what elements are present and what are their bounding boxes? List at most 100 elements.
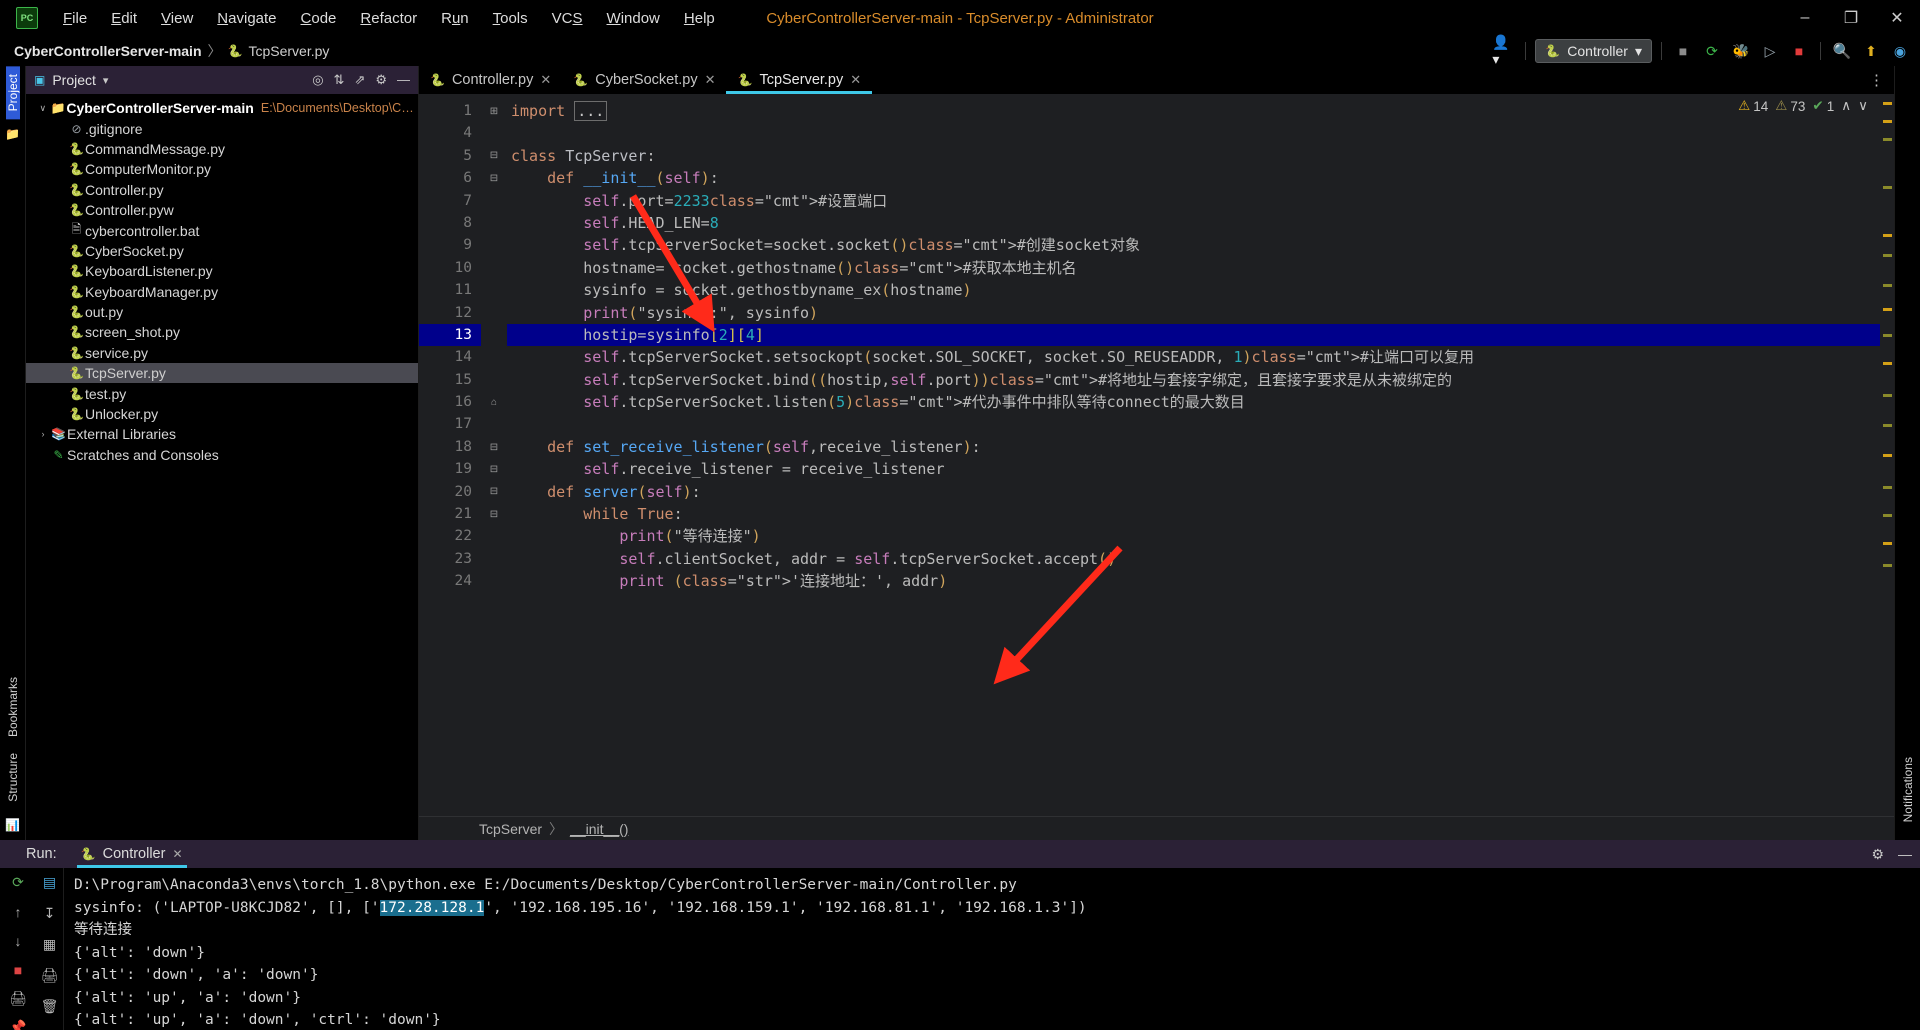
breadcrumb-project[interactable]: CyberControllerServer-main — [14, 43, 202, 59]
error-stripe-marker[interactable] — [1883, 254, 1892, 257]
console-output[interactable]: D:\Program\Anaconda3\envs\torch_1.8\pyth… — [64, 868, 1920, 1030]
editor-tab[interactable]: 🐍 TcpServer.py ✕ — [726, 66, 872, 94]
inspection-widget[interactable]: ⚠ 14 ⚠ 73 ✔ 1 ∧ ∨ — [1738, 98, 1868, 114]
fold-marker-icon[interactable]: ⌂ — [481, 391, 507, 413]
breadcrumb-class[interactable]: TcpServer — [479, 821, 542, 837]
breadcrumb-method[interactable]: __init__() — [570, 821, 628, 837]
tree-item[interactable]: 🐍 CommandMessage.py — [26, 139, 418, 159]
tree-item[interactable]: 🐍 ComputerMonitor.py — [26, 159, 418, 179]
menu-edit[interactable]: Edit — [100, 5, 148, 32]
tree-item[interactable]: 🐍 KeyboardManager.py — [26, 282, 418, 302]
editor-tab[interactable]: 🐍 CyberSocket.py ✕ — [562, 66, 726, 94]
error-stripe-marker[interactable] — [1883, 138, 1892, 141]
run-configuration-selector[interactable]: 🐍 Controller ▾ — [1535, 39, 1652, 63]
code-line[interactable]: print (class="str">'连接地址：', addr) — [507, 570, 1880, 592]
tree-item[interactable]: 🐍 screen_shot.py — [26, 322, 418, 342]
tree-item[interactable]: 🐍 Controller.py — [26, 180, 418, 200]
toggle-icon[interactable]: ▤ — [43, 874, 56, 891]
code-line[interactable]: print("sysinfo:", sysinfo) — [507, 302, 1880, 324]
tree-item[interactable]: › 📚 External Libraries — [26, 424, 418, 444]
close-icon[interactable]: ✕ — [540, 72, 551, 88]
error-stripe-marker[interactable] — [1883, 102, 1892, 105]
tree-item[interactable]: 🐍 Controller.pyw — [26, 200, 418, 220]
run-tab-controller[interactable]: 🐍 Controller ✕ — [69, 840, 195, 868]
menu-run[interactable]: Run — [430, 5, 480, 32]
fold-marker-icon[interactable]: ⊟ — [481, 145, 507, 167]
code-line[interactable]: hostip=sysinfo[2][4] — [507, 323, 1880, 347]
error-stripe-marker[interactable] — [1883, 454, 1892, 457]
hide-icon[interactable]: — — [397, 72, 410, 88]
close-icon[interactable]: ✕ — [705, 72, 716, 88]
console-print-icon[interactable]: 🖨 — [41, 967, 59, 984]
strip-button-bookmarks[interactable]: Bookmarks — [6, 669, 20, 745]
fold-marker-icon[interactable]: ⊞ — [481, 100, 507, 122]
error-stripe-marker[interactable] — [1883, 486, 1892, 489]
coverage-icon[interactable]: ▷ — [1758, 40, 1782, 62]
soft-wrap-icon[interactable]: ▦ — [43, 936, 56, 953]
strip-button-structure[interactable]: Structure — [6, 745, 20, 810]
code-line[interactable]: self.tcpServerSocket.setsockopt(socket.S… — [507, 346, 1880, 368]
hide-icon[interactable]: — — [1898, 846, 1912, 862]
stop-icon[interactable]: ■ — [14, 961, 22, 978]
tree-item[interactable]: 🐍 KeyboardListener.py — [26, 261, 418, 281]
code-text-area[interactable]: import ... class TcpServer: def __init__(… — [507, 94, 1880, 816]
fold-marker-icon[interactable]: ⊟ — [481, 167, 507, 189]
strip-button-notifications[interactable]: Notifications — [1901, 749, 1915, 830]
rerun-icon[interactable]: ⟳ — [12, 874, 24, 891]
strip-chart-icon[interactable]: 📊 — [5, 818, 20, 832]
error-stripe-marker[interactable] — [1883, 186, 1892, 189]
up-stack-icon[interactable]: ↑ — [15, 903, 22, 920]
print-icon[interactable]: 🖨 — [9, 990, 27, 1007]
menu-file[interactable]: FFileile — [52, 5, 98, 32]
menu-window[interactable]: Window — [596, 5, 671, 32]
code-line[interactable] — [507, 413, 1880, 435]
console-highlighted-text[interactable]: 172.28.128.1 — [379, 899, 485, 916]
code-line[interactable]: self.clientSocket, addr = self.tcpServer… — [507, 548, 1880, 570]
menu-navigate[interactable]: Navigate — [206, 5, 287, 32]
menu-help[interactable]: Help — [673, 5, 726, 32]
error-stripe-marker[interactable] — [1883, 308, 1892, 311]
fold-marker-icon[interactable]: ⊟ — [481, 436, 507, 458]
code-line[interactable] — [507, 122, 1880, 144]
code-line[interactable]: def set_receive_listener(self,receive_li… — [507, 436, 1880, 458]
settings-icon[interactable]: ⚙ — [375, 72, 387, 88]
breadcrumb-file[interactable]: TcpServer.py — [248, 43, 329, 59]
tree-item[interactable]: 🗎 cybercontroller.bat — [26, 220, 418, 240]
tree-item[interactable]: 🐍 test.py — [26, 383, 418, 403]
code-line[interactable]: self.port=2233class="cmt">#设置端口 — [507, 190, 1880, 212]
strip-folder-icon[interactable]: 📁 — [5, 127, 20, 141]
trash-icon[interactable]: 🗑 — [41, 998, 59, 1015]
chevron-icon[interactable]: ∨ — [36, 103, 50, 114]
debug-icon[interactable]: 🐝 — [1729, 40, 1753, 62]
tree-item[interactable]: 🐍 CyberSocket.py — [26, 241, 418, 261]
chevron-down-icon[interactable]: ▾ — [103, 74, 109, 87]
code-line[interactable]: def __init__(self): — [507, 167, 1880, 189]
strip-button-project[interactable]: Project — [5, 66, 20, 120]
code-folding-gutter[interactable]: ⊞ ⊟ ⊟ ⌂ ⊟ ⊟ ⊟ ⊟ — [481, 94, 507, 816]
code-line[interactable]: self.receive_listener = receive_listener — [507, 458, 1880, 480]
profile-icon[interactable]: ◉ — [1888, 40, 1912, 62]
error-stripe-marker[interactable] — [1883, 334, 1892, 337]
stop-grey-icon[interactable]: ■ — [1671, 40, 1695, 62]
user-avatar-icon[interactable]: 👤▾ — [1492, 34, 1516, 67]
chevron-icon[interactable]: › — [36, 429, 50, 439]
tree-item[interactable]: 🐍 TcpServer.py — [26, 363, 418, 384]
code-line[interactable]: class TcpServer: — [507, 145, 1880, 167]
error-stripe-marker[interactable] — [1883, 234, 1892, 237]
pin-icon[interactable]: 📌 — [9, 1019, 26, 1030]
code-line[interactable]: self.tcpServerSocket.listen(5)class="cmt… — [507, 391, 1880, 413]
code-line[interactable]: print("等待连接") — [507, 525, 1880, 547]
close-button[interactable]: ✕ — [1874, 0, 1920, 36]
error-stripe-marker[interactable] — [1883, 120, 1892, 123]
code-line[interactable]: self.tcpServerSocket.bind((hostip,self.p… — [507, 369, 1880, 391]
search-icon[interactable]: 🔍 — [1830, 40, 1854, 62]
scroll-end-icon[interactable]: ↧ — [44, 905, 56, 922]
maximize-button[interactable]: ❐ — [1828, 0, 1874, 36]
menu-code[interactable]: Code — [290, 5, 348, 32]
run-icon[interactable]: ⟳ — [1700, 40, 1724, 62]
stop-red-icon[interactable]: ■ — [1787, 40, 1811, 62]
tree-item[interactable]: ✎ Scratches and Consoles — [26, 445, 418, 465]
minimize-button[interactable]: – — [1782, 0, 1828, 36]
error-stripe-marker[interactable] — [1883, 284, 1892, 287]
locate-icon[interactable]: ◎ — [312, 72, 323, 88]
